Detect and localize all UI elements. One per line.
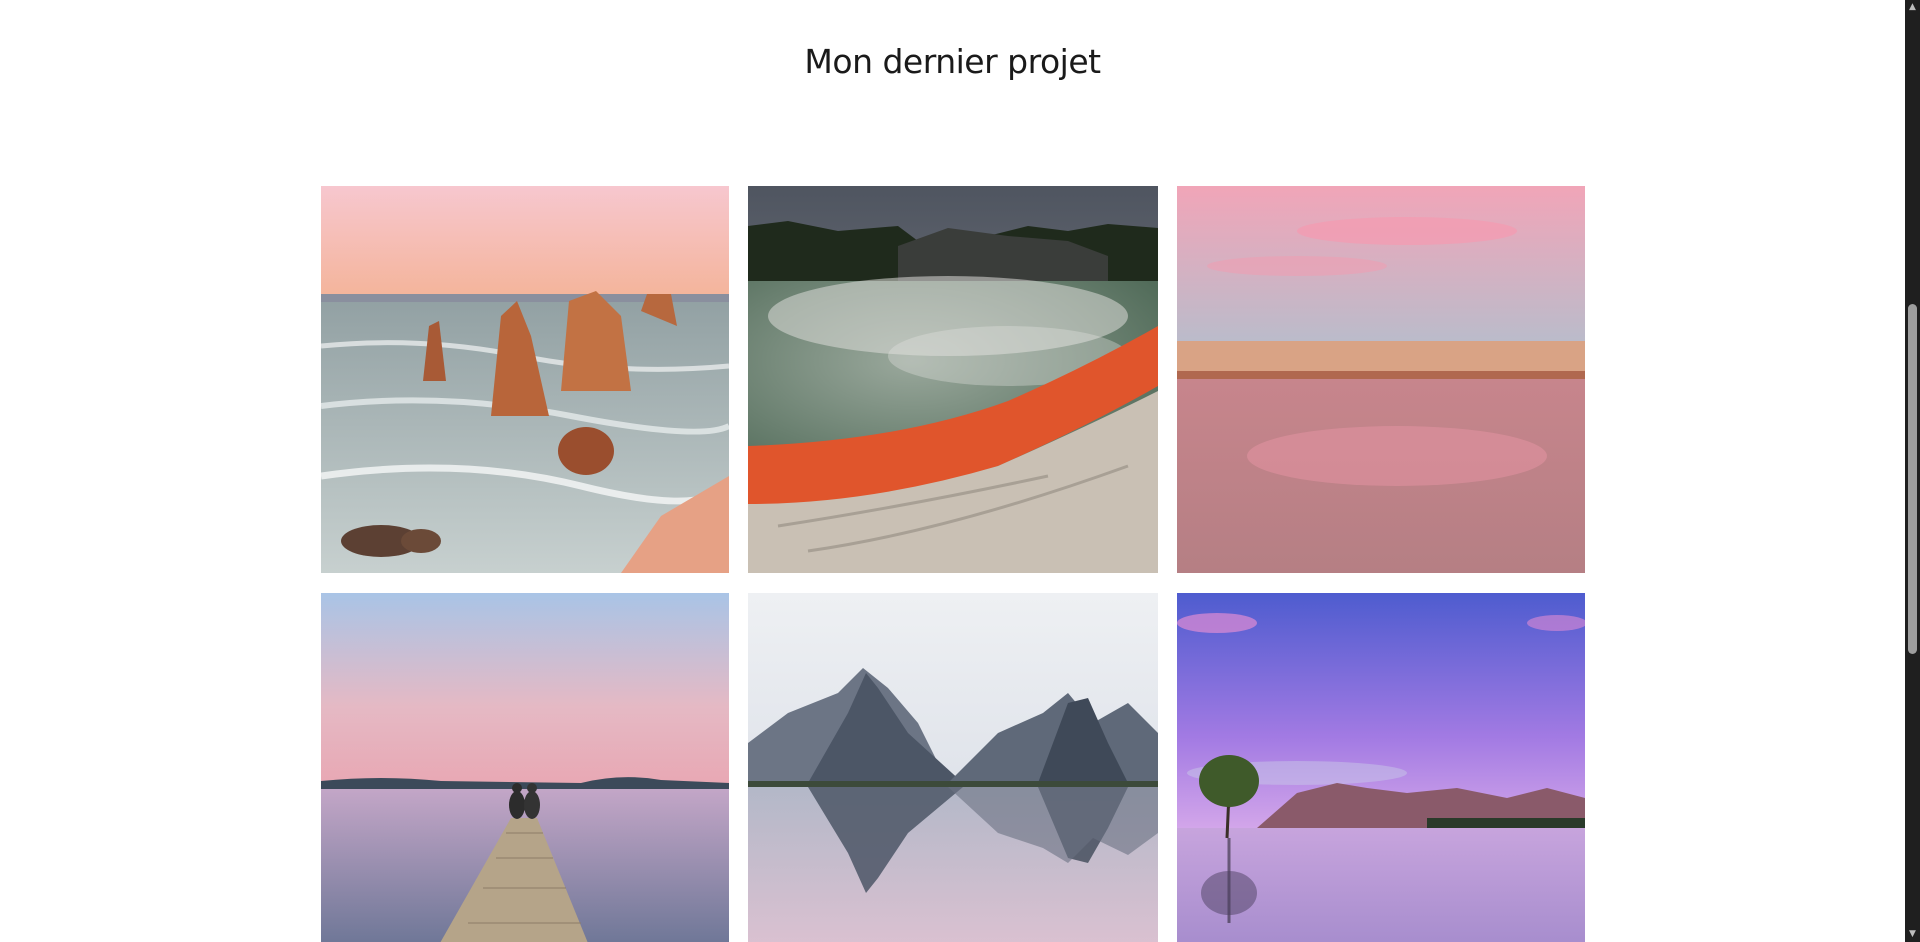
scroll-up-arrow-icon[interactable]: ▲ [1905, 0, 1920, 15]
gallery-photo-sea-stacks[interactable] [321, 186, 729, 573]
vertical-scrollbar[interactable]: ▲ ▼ [1905, 0, 1920, 942]
sea-stacks-image [321, 186, 729, 573]
lone-tree-image [1177, 593, 1585, 942]
mountain-reflection-image [748, 593, 1158, 942]
gallery-photo-geothermal-lake[interactable] [748, 186, 1158, 573]
photo-gallery [321, 186, 1585, 942]
pink-beach-image [1177, 186, 1585, 573]
scrollbar-thumb[interactable] [1908, 304, 1917, 654]
page: Mon dernier projet [0, 0, 1905, 942]
scroll-down-arrow-icon[interactable]: ▼ [1905, 927, 1920, 942]
gallery-photo-pink-beach[interactable] [1177, 186, 1585, 573]
pier-couple-image [321, 593, 729, 942]
gallery-photo-mountain-reflection[interactable] [748, 593, 1158, 942]
section-title: Mon dernier projet [804, 42, 1101, 81]
gallery-photo-pier-couple[interactable] [321, 593, 729, 942]
geothermal-lake-image [748, 186, 1158, 573]
gallery-photo-lone-tree[interactable] [1177, 593, 1585, 942]
